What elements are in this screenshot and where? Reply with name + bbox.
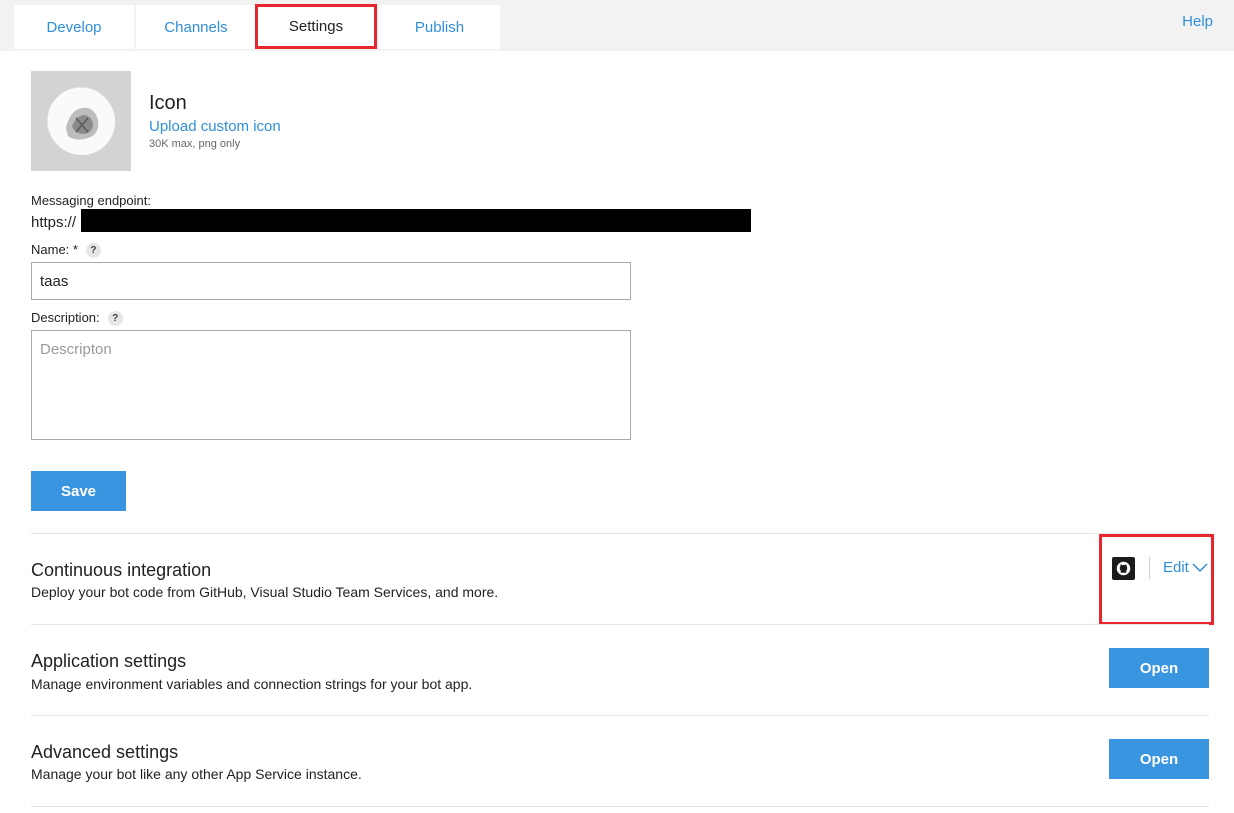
tab-channels[interactable]: Channels [136,5,256,49]
messaging-endpoint-prefix: https:// [31,214,77,231]
icon-size-note: 30K max, png only [149,138,241,150]
section-divider [31,715,1209,716]
save-button[interactable]: Save [31,471,126,511]
description-field[interactable] [31,330,631,440]
application-settings-description: Manage environment variables and connect… [31,676,473,692]
tab-settings[interactable]: Settings [255,4,377,49]
tab-develop[interactable]: Develop [14,5,134,49]
section-divider [31,806,1209,807]
ci-edit-label: Edit [1163,559,1189,576]
bot-avatar-image [47,87,115,155]
tab-publish[interactable]: Publish [379,5,500,49]
application-settings-open-button[interactable]: Open [1109,648,1209,688]
name-label: Name: * [31,242,78,257]
description-help-icon[interactable]: ? [107,311,123,327]
advanced-settings-description: Manage your bot like any other App Servi… [31,766,362,782]
continuous-integration-title: Continuous integration [31,560,212,580]
vertical-separator [1149,557,1150,579]
name-field[interactable] [31,262,631,300]
chevron-down-icon [1192,562,1208,572]
name-label-row: Name: *? [31,242,101,259]
section-divider [31,533,1209,534]
redacted-endpoint-url [81,209,751,232]
description-label: Description: [31,310,100,325]
upload-custom-icon-link[interactable]: Upload custom icon [149,118,281,135]
application-settings-title: Application settings [31,651,187,671]
top-nav-bar: Develop Channels Settings Publish Help [0,0,1234,51]
description-label-row: Description:? [31,310,123,327]
section-divider [31,624,1209,625]
continuous-integration-description: Deploy your bot code from GitHub, Visual… [31,584,499,600]
name-help-icon[interactable]: ? [85,243,101,259]
messaging-endpoint-label: Messaging endpoint: [31,193,151,208]
advanced-settings-open-button[interactable]: Open [1109,739,1209,779]
avatar-sketch-icon [49,89,115,155]
github-icon[interactable] [1112,557,1135,580]
help-link[interactable]: Help [1182,13,1213,30]
icon-section-title: Icon [149,92,187,114]
advanced-settings-title: Advanced settings [31,742,179,762]
ci-edit-link[interactable]: Edit [1163,559,1208,576]
bot-icon-preview [31,71,131,171]
